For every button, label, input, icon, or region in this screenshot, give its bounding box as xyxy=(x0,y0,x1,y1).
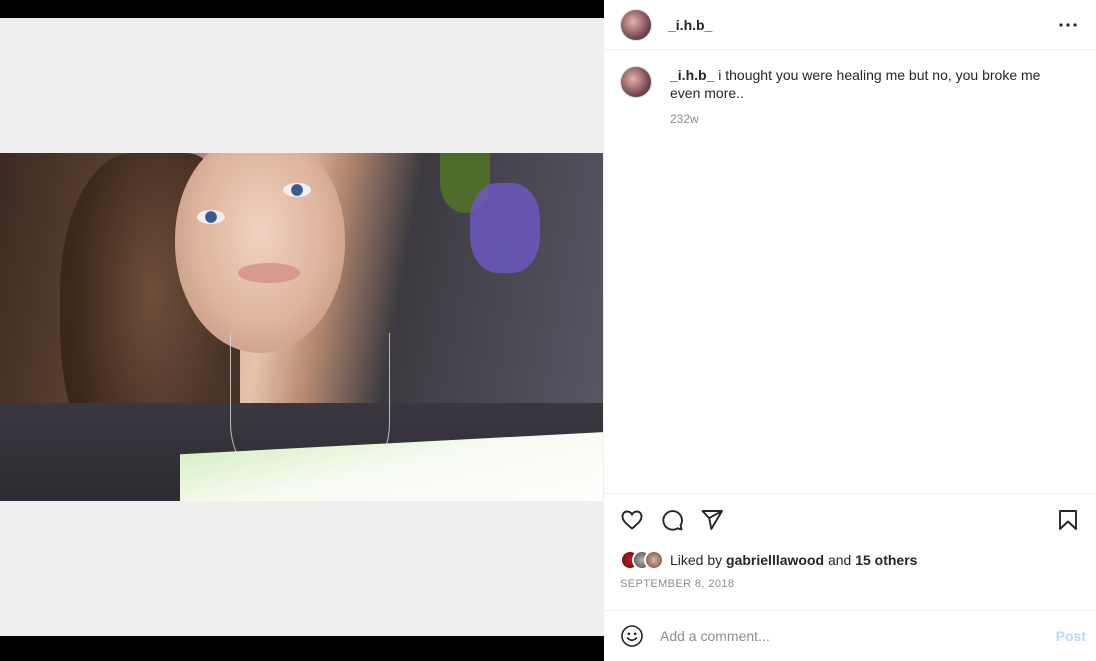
heart-icon[interactable] xyxy=(620,508,644,532)
post-comment-button[interactable]: Post xyxy=(1056,628,1086,644)
avatar[interactable] xyxy=(620,8,652,41)
post-actions: Liked by gabrielllawood and 15 others SE… xyxy=(604,493,1096,596)
photo-detail xyxy=(197,210,225,224)
caption-body: _i.h.b_ i thought you were healing me bu… xyxy=(670,66,1070,128)
photo-detail xyxy=(470,183,540,273)
liked-by-joiner: and xyxy=(827,552,852,568)
liked-by-prefix: Liked by xyxy=(670,552,723,568)
comment-bar: Post xyxy=(604,610,1096,661)
liked-by-user[interactable]: gabrielllawood xyxy=(726,552,824,568)
likes-summary: Liked by gabrielllawood and 15 others xyxy=(620,546,1080,574)
post-photo[interactable] xyxy=(0,153,603,501)
comment-input[interactable] xyxy=(660,628,1056,644)
photo-detail xyxy=(238,263,300,283)
more-options-icon[interactable] xyxy=(1056,13,1080,37)
share-icon[interactable] xyxy=(700,508,724,532)
liker-avatars[interactable] xyxy=(620,550,664,570)
action-icon-row xyxy=(620,494,1080,546)
comment-icon[interactable] xyxy=(660,508,684,532)
avatar xyxy=(644,550,664,570)
photo-detail xyxy=(283,183,311,197)
caption-username[interactable]: _i.h.b_ xyxy=(670,67,714,83)
post-date[interactable]: SEPTEMBER 8, 2018 xyxy=(620,578,1080,596)
media-letterbox xyxy=(0,18,604,636)
caption-timestamp[interactable]: 232w xyxy=(670,110,1070,128)
post-side-panel: _i.h.b_ _i.h.b_ i thought you were heali… xyxy=(604,0,1096,661)
avatar[interactable] xyxy=(620,66,652,98)
post-caption: _i.h.b_ i thought you were healing me bu… xyxy=(604,50,1096,144)
liked-by-others-link[interactable]: 15 others xyxy=(855,552,917,568)
bookmark-icon[interactable] xyxy=(1056,508,1080,532)
post-media xyxy=(0,0,604,661)
post-header: _i.h.b_ xyxy=(604,0,1096,50)
emoji-icon[interactable] xyxy=(620,624,644,648)
post-username[interactable]: _i.h.b_ xyxy=(668,17,712,33)
caption-text: i thought you were healing me but no, yo… xyxy=(670,67,1041,101)
